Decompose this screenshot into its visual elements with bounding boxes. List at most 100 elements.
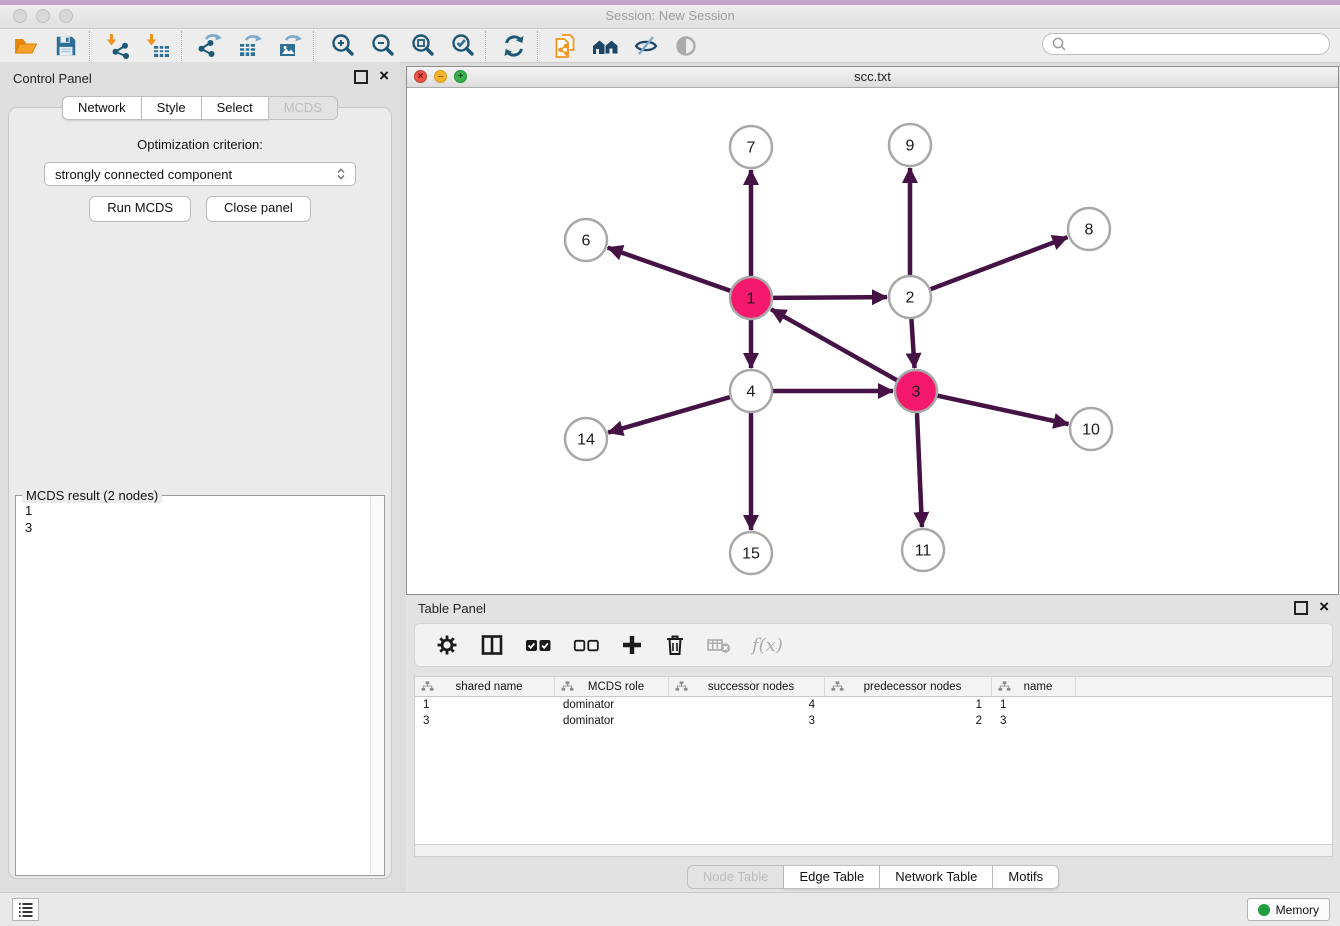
- zoom-fit-button[interactable]: [402, 31, 442, 61]
- edge-1-2[interactable]: [773, 297, 887, 298]
- network-canvas[interactable]: 7968124314101511: [407, 88, 1338, 594]
- hide-graphics-details-button[interactable]: [626, 31, 666, 61]
- table-cell[interactable]: 1: [415, 697, 555, 713]
- table-settings-button[interactable]: [435, 633, 459, 657]
- zoom-selected-button[interactable]: [442, 31, 482, 61]
- node-label-11: 11: [915, 543, 932, 560]
- deselect-all-button[interactable]: [573, 636, 600, 654]
- toolbar-separator: [181, 31, 187, 61]
- birdseye-view-button[interactable]: [666, 31, 706, 61]
- edge-2-8[interactable]: [931, 237, 1068, 289]
- zoom-fit-icon: [410, 33, 435, 58]
- node-table: shared nameMCDS role successor nodesprede…: [414, 676, 1333, 845]
- add-column-button[interactable]: [621, 634, 643, 656]
- table-row[interactable]: 1dominator411: [415, 697, 1332, 713]
- table-row[interactable]: 3dominator323: [415, 713, 1332, 729]
- column-label: shared name: [434, 681, 554, 693]
- table-cell[interactable]: 3: [415, 713, 555, 729]
- float-panel-icon[interactable]: [354, 70, 368, 84]
- table-panel: Table Panel ×: [406, 595, 1340, 893]
- save-session-button[interactable]: [46, 31, 86, 61]
- close-panel-button[interactable]: Close panel: [206, 196, 311, 222]
- table-panel-title: Table Panel: [418, 601, 486, 616]
- table-cell[interactable]: dominator: [555, 697, 669, 713]
- tab-edge-table[interactable]: Edge Table: [784, 865, 880, 889]
- fx-icon: f(x): [752, 635, 783, 656]
- tab-style[interactable]: Style: [142, 96, 202, 120]
- table-cell[interactable]: 3: [992, 713, 1076, 729]
- export-image-button[interactable]: [270, 31, 310, 61]
- search-input[interactable]: [1067, 36, 1329, 52]
- table-cell[interactable]: 1: [825, 697, 992, 713]
- tab-select[interactable]: Select: [202, 96, 269, 120]
- network-window-titlebar[interactable]: × – + scc.txt: [407, 67, 1338, 88]
- refresh-layout-button[interactable]: [494, 31, 534, 61]
- toolbar-separator: [89, 31, 95, 61]
- zoom-in-button[interactable]: [322, 31, 362, 61]
- node-label-3: 3: [912, 384, 921, 401]
- home-button[interactable]: [586, 31, 626, 61]
- table-horizontal-scrollbar[interactable]: [414, 845, 1333, 857]
- network-view-window: × – + scc.txt 7968124314101511: [406, 66, 1339, 595]
- edge-3-10[interactable]: [937, 396, 1068, 424]
- import-table-button[interactable]: [138, 31, 178, 61]
- edge-4-14[interactable]: [608, 397, 730, 432]
- edge-3-1[interactable]: [771, 309, 897, 380]
- mcds-buttons-row: Run MCDS Close panel: [9, 196, 391, 222]
- list-icon: [16, 901, 36, 919]
- delete-column-button[interactable]: [664, 633, 686, 657]
- split-columns-icon: [480, 633, 504, 657]
- mcds-result-group: MCDS result (2 nodes) 13: [15, 495, 385, 876]
- zoom-out-button[interactable]: [362, 31, 402, 61]
- new-network-from-selection-button[interactable]: [546, 31, 586, 61]
- table-cell[interactable]: 2: [825, 713, 992, 729]
- export-network-button[interactable]: [190, 31, 230, 61]
- memory-button[interactable]: Memory: [1247, 898, 1330, 921]
- edge-3-11[interactable]: [917, 413, 922, 527]
- import-network-button[interactable]: [98, 31, 138, 61]
- delete-table-button[interactable]: [707, 636, 731, 654]
- edge-2-3[interactable]: [911, 319, 914, 368]
- table-toolbar: f(x): [414, 623, 1333, 667]
- column-header-successor-nodes[interactable]: successor nodes: [669, 677, 825, 696]
- column-header-predecessor-nodes[interactable]: predecessor nodes: [825, 677, 992, 696]
- tab-mcds[interactable]: MCDS: [269, 96, 338, 120]
- criterion-select[interactable]: strongly connected component: [44, 162, 356, 186]
- column-header-MCDS-role[interactable]: MCDS role: [555, 677, 669, 696]
- tab-motifs[interactable]: Motifs: [993, 865, 1059, 889]
- table-split-view-button[interactable]: [480, 633, 504, 657]
- table-cell[interactable]: 1: [992, 697, 1076, 713]
- close-table-panel-icon[interactable]: ×: [1319, 601, 1329, 613]
- result-scrollbar[interactable]: [370, 497, 384, 874]
- network-graph[interactable]: 7968124314101511: [407, 88, 1338, 594]
- tab-network[interactable]: Network: [62, 96, 142, 120]
- open-session-button[interactable]: [6, 31, 46, 61]
- column-type-icon: [998, 681, 1011, 692]
- table-cell[interactable]: 4: [669, 697, 825, 713]
- column-header-shared-name[interactable]: shared name: [415, 677, 555, 696]
- export-table-icon: [237, 33, 263, 59]
- select-all-button[interactable]: [525, 636, 552, 654]
- search-icon: [1051, 36, 1067, 52]
- float-table-panel-icon[interactable]: [1294, 601, 1308, 615]
- task-history-button[interactable]: [12, 898, 39, 921]
- node-label-4: 4: [747, 384, 756, 401]
- column-type-icon: [421, 681, 434, 692]
- column-header-name[interactable]: name: [992, 677, 1076, 696]
- result-line: 3: [25, 519, 375, 536]
- global-search-field[interactable]: [1042, 33, 1330, 55]
- column-label: successor nodes: [688, 681, 824, 693]
- node-label-1: 1: [747, 291, 756, 308]
- node-label-6: 6: [582, 233, 591, 250]
- node-label-7: 7: [747, 140, 756, 157]
- memory-label: Memory: [1276, 903, 1319, 917]
- export-table-button[interactable]: [230, 31, 270, 61]
- close-panel-icon[interactable]: ×: [379, 70, 389, 82]
- table-cell[interactable]: 3: [669, 713, 825, 729]
- run-mcds-button[interactable]: Run MCDS: [89, 196, 191, 222]
- tab-node-table[interactable]: Node Table: [687, 865, 785, 889]
- edge-1-6[interactable]: [608, 248, 731, 291]
- function-builder-button[interactable]: f(x): [752, 635, 783, 656]
- table-cell[interactable]: dominator: [555, 713, 669, 729]
- tab-network-table[interactable]: Network Table: [880, 865, 993, 889]
